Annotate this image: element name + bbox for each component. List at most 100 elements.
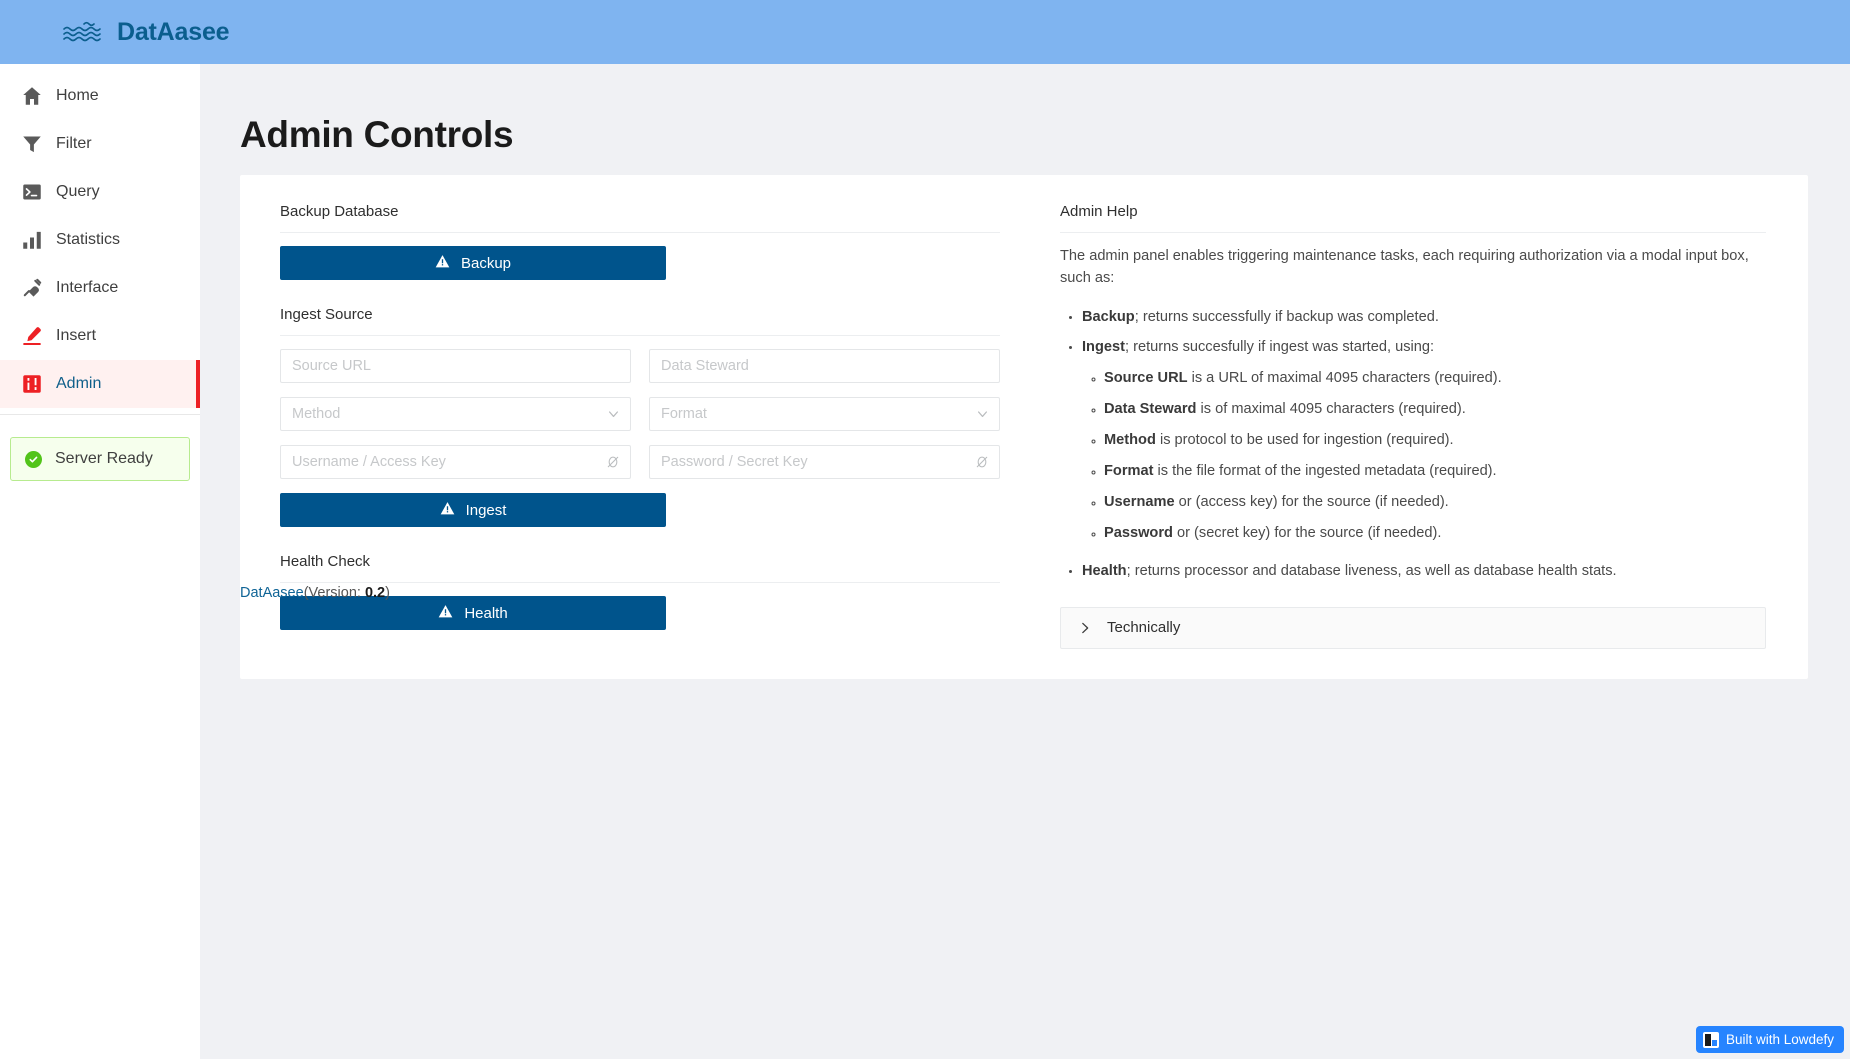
help-term: Backup: [1082, 308, 1135, 325]
backup-button[interactable]: Backup: [280, 246, 666, 280]
list-item: Health; returns processor and database l…: [1082, 560, 1766, 582]
help-text: ; returns processor and database livenes…: [1126, 563, 1617, 580]
help-term: Format: [1104, 462, 1154, 479]
help-text: is of maximal 4095 characters (required)…: [1196, 401, 1466, 418]
eye-invisible-icon[interactable]: [606, 455, 620, 469]
sidebar-nav: Home Filter Query Statistics Interface I…: [0, 64, 200, 408]
help-text: ; returns successfully if backup was com…: [1134, 308, 1439, 325]
ingest-row-3: Username / Access Key Password / Secret …: [280, 445, 1000, 479]
sidebar-divider: [0, 414, 200, 415]
method-select[interactable]: Method: [280, 397, 631, 431]
password-placeholder: Password / Secret Key: [661, 454, 808, 470]
footer-version-prefix: (Version:: [303, 585, 365, 601]
status-badge: Server Ready: [10, 437, 190, 481]
list-item: Source URL is a URL of maximal 4095 char…: [1104, 368, 1766, 390]
sidebar-item-home[interactable]: Home: [0, 72, 200, 120]
footer-version: 0.2: [364, 585, 386, 601]
sliders-icon: [22, 374, 42, 394]
warning-triangle-icon: [438, 604, 453, 623]
help-text: is protocol to be used for ingestion (re…: [1155, 431, 1454, 448]
admin-help-title: Admin Help: [1060, 203, 1766, 233]
method-placeholder: Method: [292, 406, 341, 422]
ingest-button-label: Ingest: [465, 501, 507, 519]
check-circle-icon: [25, 450, 42, 468]
admin-help-sublist: Source URL is a URL of maximal 4095 char…: [1082, 368, 1766, 544]
admin-help-intro: The admin panel enables triggering maint…: [1060, 248, 1749, 286]
list-item: Format is the file format of the ingeste…: [1104, 461, 1766, 483]
home-icon: [22, 86, 42, 106]
list-item: Method is protocol to be used for ingest…: [1104, 430, 1766, 452]
username-field[interactable]: Username / Access Key: [280, 445, 631, 479]
health-section-label: Health Check: [280, 553, 1000, 583]
sidebar-item-filter[interactable]: Filter: [0, 120, 200, 168]
help-text: or (access key) for the source (if neede…: [1174, 493, 1449, 510]
sidebar-item-label: Filter: [56, 135, 92, 152]
help-text: ; returns succesfully if ingest was star…: [1124, 338, 1435, 355]
format-select[interactable]: Format: [649, 397, 1000, 431]
username-placeholder: Username / Access Key: [292, 454, 446, 470]
sidebar-item-label: Insert: [56, 327, 97, 344]
admin-help-list: Backup; returns successfully if backup w…: [1060, 306, 1766, 583]
sidebar-item-label: Home: [56, 87, 99, 104]
app-header: DatAasee: [0, 0, 1850, 64]
help-term: Source URL: [1104, 370, 1188, 387]
pen-icon: [22, 326, 42, 346]
chevron-down-icon[interactable]: [976, 408, 989, 421]
eye-invisible-icon[interactable]: [975, 455, 989, 469]
sidebar-item-query[interactable]: Query: [0, 168, 200, 216]
footer: DatAasee(Version: 0.2): [240, 585, 390, 601]
plug-icon: [22, 278, 42, 298]
admin-help-panel: Admin Help The admin panel enables trigg…: [1030, 175, 1808, 679]
sidebar-item-label: Interface: [56, 279, 119, 296]
admin-controls-panel: Backup Database Backup Ingest Source Sou…: [240, 175, 1030, 679]
footer-link[interactable]: DatAasee: [240, 585, 304, 601]
admin-card: Backup Database Backup Ingest Source Sou…: [240, 175, 1808, 679]
terminal-icon: [22, 182, 42, 202]
list-item: Password or (secret key) for the source …: [1104, 523, 1766, 545]
list-item: Username or (access key) for the source …: [1104, 492, 1766, 514]
ingest-fields: Source URL Data Steward Method Format Us…: [280, 349, 1000, 479]
password-field[interactable]: Password / Secret Key: [649, 445, 1000, 479]
sidebar-item-label: Statistics: [56, 231, 121, 248]
warning-triangle-icon: [440, 501, 455, 520]
sidebar-item-interface[interactable]: Interface: [0, 264, 200, 312]
list-item: Ingest; returns succesfully if ingest wa…: [1082, 336, 1766, 545]
main-content: Admin Controls Backup Database Backup In…: [200, 64, 1850, 1059]
help-text: is the file format of the ingested metad…: [1153, 462, 1497, 479]
accordion-label: Technically: [1107, 619, 1181, 637]
warning-triangle-icon: [435, 254, 450, 273]
data-steward-field[interactable]: Data Steward: [649, 349, 1000, 383]
chevron-down-icon[interactable]: [607, 408, 620, 421]
status-label: Server Ready: [55, 450, 153, 467]
help-term: Username: [1104, 493, 1175, 510]
data-steward-placeholder: Data Steward: [661, 358, 749, 374]
bar-chart-icon: [22, 230, 42, 250]
help-text: or (secret key) for the source (if neede…: [1172, 524, 1442, 541]
sidebar-item-admin[interactable]: Admin: [0, 360, 200, 408]
technically-accordion[interactable]: Technically: [1060, 606, 1766, 649]
list-item: Backup; returns successfully if backup w…: [1082, 306, 1766, 328]
ingest-row-1: Source URL Data Steward: [280, 349, 1000, 383]
health-button[interactable]: Health: [280, 596, 666, 630]
ingest-section-label: Ingest Source: [280, 306, 1000, 336]
lowdefy-logo-icon: [1702, 1031, 1719, 1048]
help-term: Health: [1082, 563, 1127, 580]
help-term: Data Steward: [1104, 401, 1197, 418]
chevron-right-icon: [1078, 621, 1092, 635]
source-url-field[interactable]: Source URL: [280, 349, 631, 383]
brand-name: DatAasee: [117, 17, 230, 46]
badge-label: Built with Lowdefy: [1725, 1032, 1834, 1047]
list-item: Data Steward is of maximal 4095 characte…: [1104, 399, 1766, 421]
ingest-button[interactable]: Ingest: [280, 493, 666, 527]
format-placeholder: Format: [661, 406, 707, 422]
sidebar-item-statistics[interactable]: Statistics: [0, 216, 200, 264]
backup-button-label: Backup: [460, 254, 512, 272]
help-term: Method: [1104, 431, 1156, 448]
ingest-row-2: Method Format: [280, 397, 1000, 431]
built-with-lowdefy-badge[interactable]: Built with Lowdefy: [1695, 1026, 1844, 1053]
brand-logo[interactable]: DatAasee: [62, 17, 230, 47]
help-term: Password: [1104, 524, 1173, 541]
sidebar-item-insert[interactable]: Insert: [0, 312, 200, 360]
source-url-placeholder: Source URL: [292, 358, 371, 374]
help-text: is a URL of maximal 4095 characters (req…: [1187, 370, 1502, 387]
